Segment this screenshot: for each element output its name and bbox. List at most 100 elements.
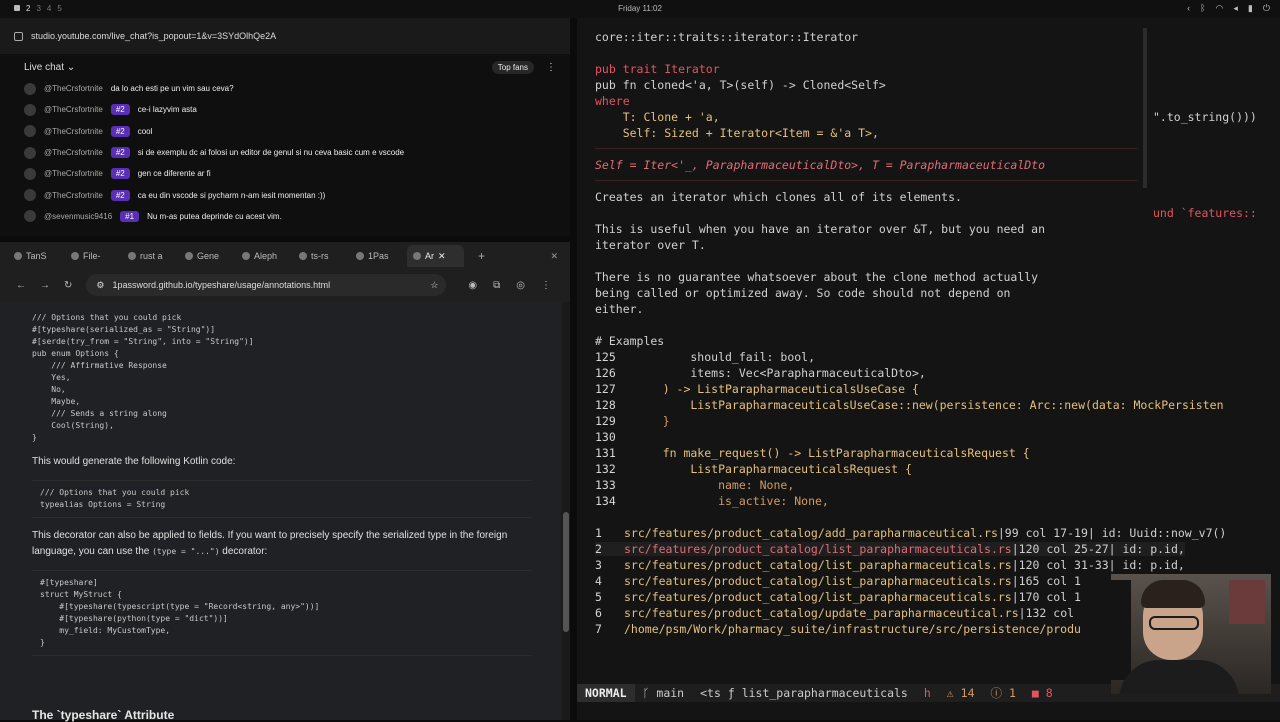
close-icon[interactable]: ✕ [438,251,446,262]
browser-tab[interactable]: 1Pas [350,245,407,267]
browser-tab[interactable]: File- [65,245,122,267]
code-line: 125 should_fail: bool, [595,350,815,364]
profile-icon[interactable]: ◎ [516,280,525,291]
more-vert-icon[interactable]: ⋮ [546,62,556,73]
avatar[interactable] [24,189,36,202]
password-manager-icon[interactable]: ◉ [468,280,477,291]
site-info-icon[interactable] [14,31,23,41]
info-icon: ⓘ [990,686,1003,700]
popup-scrollbar[interactable] [1143,28,1147,188]
page-scrollbar[interactable] [562,302,570,720]
site-info-icon[interactable]: ⚙ [96,280,104,291]
quickfix-item[interactable]: 5 src/features/product_catalog/list_parap… [595,590,1081,604]
chat-username[interactable]: @TheCrsfortnite [44,169,103,178]
tab-title: Ar [425,251,434,261]
forward-icon[interactable]: → [40,280,50,291]
chat-username[interactable]: @TheCrsfortnite [44,191,103,200]
browser-tab[interactable]: Aleph [236,245,293,267]
avatar[interactable] [24,103,36,116]
line-number: 128 [595,398,616,412]
omnibox[interactable]: ⚙ 1password.github.io/typeshare/usage/an… [86,274,447,296]
chat-text: ca eu din vscode si pycharm n-am iesit m… [137,190,326,200]
webcam-shelf [1229,580,1265,624]
chat-username[interactable]: @TheCrsfortnite [44,148,103,157]
address-bar-row: ← → ↻ ⚙ 1password.github.io/typeshare/us… [0,270,570,300]
chat-text: Nu m-as putea deprinde cu acest vim. [147,211,282,221]
top-fans-button[interactable]: Top fans [491,60,534,74]
bookmark-star-icon[interactable]: ☆ [430,280,438,291]
power-icon[interactable]: ⏻ [1263,3,1270,14]
volume-icon[interactable]: ◂ [1233,3,1238,14]
diagnostic-fragment: und `features:: [1153,206,1257,220]
webcam-overlay [1111,574,1271,694]
extension-icons: ◉ ⧉ ◎ ⋮ [468,280,551,291]
browser-tab[interactable]: rust a [122,245,179,267]
code-example-rust-enum: /// Options that you could pick #[typesh… [32,312,532,444]
signature-line: T: Clone + 'a, [595,110,720,124]
code-line: 127 ) -> ListParapharmaceuticalsUseCase … [595,382,919,396]
fan-rank-badge: #2 [110,189,130,201]
line-number: 127 [595,382,616,396]
doc-text: being called or optimized away. So code … [595,286,1011,300]
code-line: 133 name: None, [595,478,794,492]
page-url[interactable]: 1password.github.io/typeshare/usage/anno… [112,280,330,290]
chat-username[interactable]: @TheCrsfortnite [44,105,103,114]
chat-url[interactable]: studio.youtube.com/live_chat?is_popout=1… [31,31,276,41]
vim-mode: NORMAL [577,684,635,702]
quickfix-item[interactable]: 1 src/features/product_catalog/add_paraph… [595,526,1226,540]
microphone-arm [1111,580,1131,680]
back-icon[interactable]: ‹ [1187,3,1190,14]
breadcrumb-item: list_parapharmaceuticals [741,686,908,700]
scrollbar-thumb[interactable] [563,512,569,632]
avatar[interactable] [24,82,36,95]
chat-username[interactable]: @TheCrsfortnite [44,127,103,136]
chat-url-bar[interactable]: studio.youtube.com/live_chat?is_popout=1… [0,18,570,54]
quickfix-item[interactable]: 6 src/features/product_catalog/update_par… [595,606,1074,620]
live-chat-dropdown[interactable]: Live chat ⌄ [24,62,75,73]
hover-title: core::iter::traits::iterator::Iterator [595,30,859,44]
quickfix-item[interactable]: 4 src/features/product_catalog/list_parap… [595,574,1081,588]
line-number: 134 [595,494,616,508]
avatar[interactable] [24,146,36,159]
close-window-icon[interactable]: ✕ [550,251,558,262]
browser-tab[interactable]: ts-rs [293,245,350,267]
quickfix-item[interactable]: 7/home/psm/Work/pharmacy_suite/infrastru… [595,622,1081,636]
chat-message: @TheCrsfortnite #2 cool [0,121,570,142]
back-icon[interactable]: ← [16,280,26,291]
new-tab-button[interactable]: + [478,249,485,263]
git-branch: ᚴ main [635,686,693,700]
line-number: 125 [595,350,616,364]
code-fragment: ".to_string())) [1153,110,1257,124]
browser-tab-active[interactable]: Ar ✕ [407,245,464,267]
avatar[interactable] [24,210,36,223]
quickfix-item-selected[interactable]: 2 src/features/product_catalog/list_parap… [595,542,1185,556]
paragraph-text: This decorator can also be applied to fi… [32,530,508,557]
extensions-icon[interactable]: ⧉ [493,280,500,291]
tab-title: Gene [197,251,220,261]
browser-tab[interactable]: Gene [179,245,236,267]
wifi-icon[interactable]: ◠ [1216,3,1224,14]
tab-title: File- [83,251,101,261]
line-code: fn make_request() -> ListParapharmaceuti… [635,446,1030,460]
info-count: ⓘ 1 [983,685,1024,701]
tab-title: Aleph [254,251,278,261]
battery-icon[interactable]: ▮ [1248,3,1253,14]
quickfix-position: |120 col 31-33| id: p.id, [1011,558,1185,572]
browser-tab[interactable]: TanS [8,245,65,267]
bluetooth-icon[interactable]: ᛒ [1200,3,1205,14]
chat-message: @TheCrsfortnite #2 si de exemplu dc ai f… [0,142,570,163]
avatar[interactable] [24,167,36,180]
info-count-value: 1 [1008,686,1016,700]
chat-message-list[interactable]: @TheCrsfortnite da lo ach esti pe un vim… [0,78,570,227]
quickfix-item[interactable]: 3 src/features/product_catalog/list_parap… [595,558,1185,572]
menu-icon[interactable]: ⋮ [541,280,551,291]
reload-icon[interactable]: ↻ [64,280,72,291]
chat-username[interactable]: @TheCrsfortnite [44,84,103,93]
fan-rank-badge: #2 [110,125,130,137]
avatar[interactable] [24,125,36,138]
chat-message: @TheCrsfortnite #2 ce-i lazyvim asta [0,99,570,120]
hint-indicator: h [923,686,931,700]
tab-title: ts-rs [311,251,329,261]
chat-text: gen ce diferente ar fi [137,169,211,179]
chat-username[interactable]: @sevenmusic9416 [44,212,112,221]
